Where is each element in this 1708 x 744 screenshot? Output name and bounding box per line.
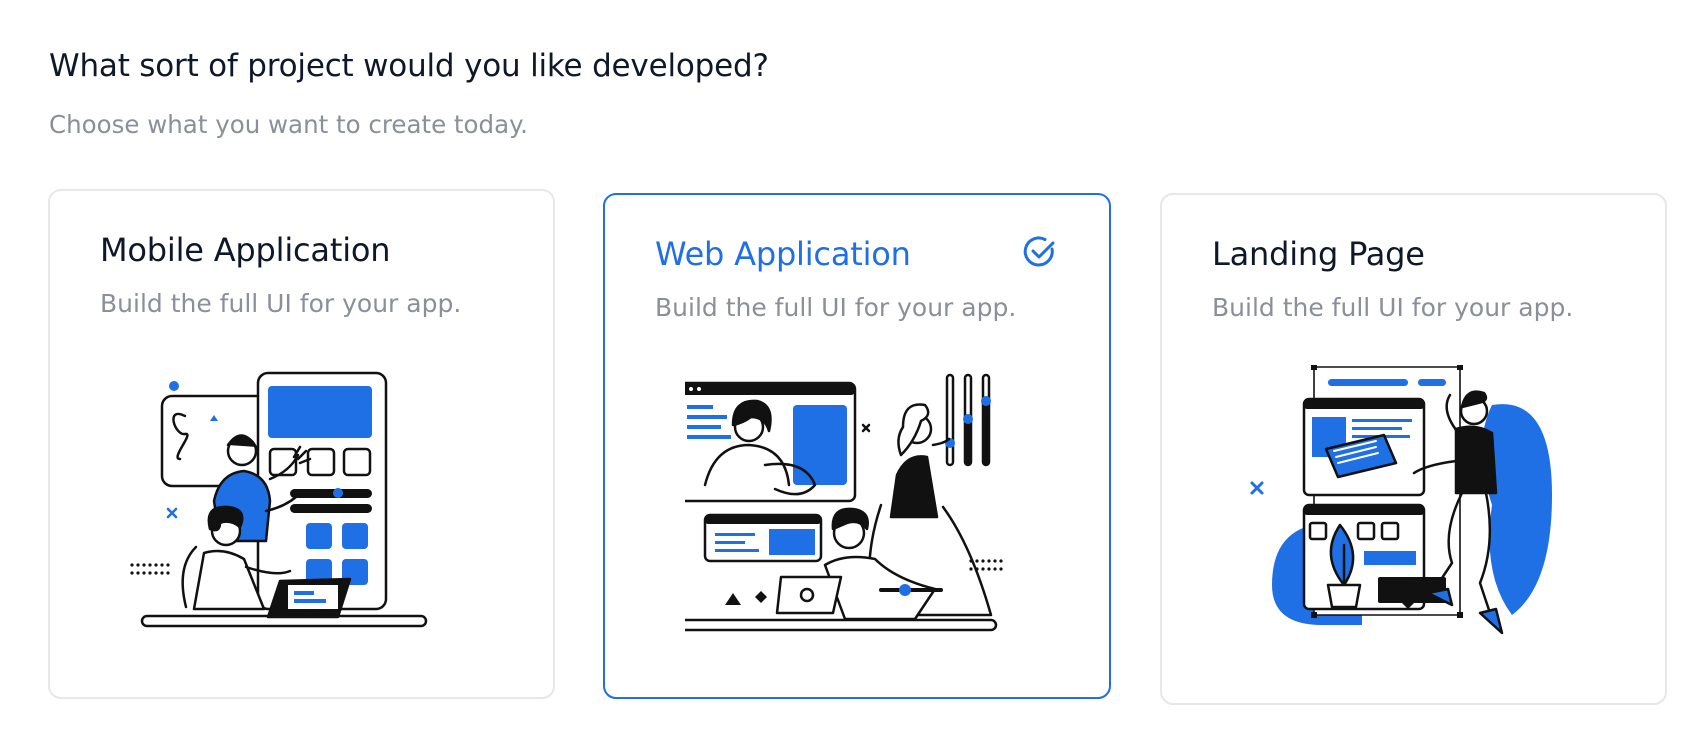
page-heading: What sort of project would you like deve…	[49, 48, 769, 84]
project-option-landing-page[interactable]: Landing Page Build the full UI for your …	[1160, 193, 1667, 705]
card-title: Web Application	[655, 235, 911, 273]
page-subheading: Choose what you want to create today.	[49, 110, 528, 139]
web-app-illustration	[685, 373, 1003, 632]
check-circle-icon	[1023, 236, 1055, 267]
mobile-app-illustration	[130, 371, 428, 628]
card-description: Build the full UI for your app.	[655, 293, 1017, 322]
project-option-web-application[interactable]: Web Application Build the full UI for yo…	[603, 193, 1111, 699]
card-title: Mobile Application	[100, 231, 391, 269]
card-description: Build the full UI for your app.	[100, 289, 462, 318]
card-title: Landing Page	[1212, 235, 1425, 273]
project-option-mobile-application[interactable]: Mobile Application Build the full UI for…	[48, 189, 555, 699]
card-description: Build the full UI for your app.	[1212, 293, 1574, 322]
landing-page-illustration	[1250, 365, 1552, 635]
